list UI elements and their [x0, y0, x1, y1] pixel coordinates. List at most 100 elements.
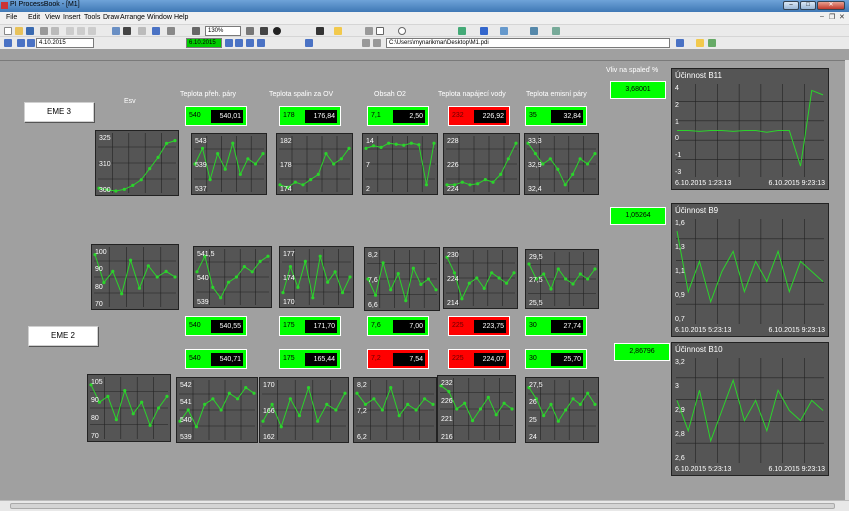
zoom-time-icon[interactable]	[257, 39, 265, 47]
table-tool-icon[interactable]	[530, 27, 538, 35]
add-favorite-icon[interactable]	[708, 39, 716, 47]
refresh-icon[interactable]	[112, 27, 120, 35]
value-box[interactable]: 225 223,75	[448, 316, 510, 336]
record-icon[interactable]	[273, 27, 281, 35]
value-box[interactable]: 540 540,01	[185, 106, 247, 126]
trend-panel[interactable]: 182 178 174	[276, 133, 353, 195]
efficiency-trend-panel[interactable]: Účinnost B9 1,6 1,3 1,1 0,9 0,7 6.10.2015 5:23…	[671, 203, 829, 337]
efficiency-trend-panel[interactable]: Účinnost B11 4 2 1 0 -1 -3 6.10.2015 1:23:13 6.1…	[671, 68, 829, 190]
trend-panel[interactable]: 33,3 32,9 32,4	[524, 133, 599, 195]
trend-panel[interactable]: 542 541 540 539	[176, 377, 258, 443]
step-forward-icon[interactable]	[225, 39, 233, 47]
efficiency-impact-value[interactable]: 3,68001	[610, 81, 666, 99]
trend-panel[interactable]: 541,5 540 539	[193, 246, 272, 308]
close-button[interactable]: ✕	[817, 1, 845, 10]
trend-panel[interactable]: 29,5 27,5 25,5	[525, 249, 599, 309]
value-box[interactable]: 175 171,70	[279, 316, 341, 336]
step-back-icon[interactable]	[27, 39, 35, 47]
undo-icon[interactable]	[138, 27, 146, 35]
ellipse-tool-icon[interactable]	[398, 27, 406, 35]
sync-icon[interactable]	[4, 39, 12, 47]
fit-icon[interactable]	[192, 27, 200, 35]
trend-panel[interactable]: 325 310 300	[95, 130, 179, 196]
play-icon[interactable]	[305, 39, 313, 47]
save-icon[interactable]	[26, 27, 34, 35]
value-box[interactable]: 30 27,74	[525, 316, 587, 336]
menu-tools[interactable]: Tools	[84, 14, 100, 21]
trend-panel[interactable]: 14 7 2	[362, 133, 438, 195]
favorites-icon[interactable]	[696, 39, 704, 47]
window-icon[interactable]	[246, 27, 254, 35]
go-icon[interactable]	[676, 39, 684, 47]
nav-forward-icon[interactable]	[373, 39, 381, 47]
nav-back-icon[interactable]	[362, 39, 370, 47]
menu-help[interactable]: Help	[174, 14, 188, 21]
menu-window[interactable]: Window	[147, 14, 172, 21]
bar-tool-icon[interactable]	[480, 27, 488, 35]
rewind-icon[interactable]	[17, 39, 25, 47]
print-icon[interactable]	[40, 27, 48, 35]
eme-3-button[interactable]: EME 3	[24, 102, 94, 122]
efficiency-trend-panel[interactable]: Účinnost B10 3,2 3 2,9 2,8 2,6 6.10.2015 5:23:…	[671, 342, 829, 476]
trend-panel[interactable]: 105 90 80 70	[87, 374, 171, 442]
efficiency-impact-value[interactable]: 2,86796	[614, 343, 670, 361]
minimize-button[interactable]: –	[783, 1, 799, 10]
child-minimize-button[interactable]: –	[820, 13, 824, 20]
value-box[interactable]: 232 226,92	[448, 106, 510, 126]
chart-tool-icon[interactable]	[552, 27, 560, 35]
end-date-field[interactable]: 6.10.2015	[186, 38, 222, 48]
trend-panel[interactable]: 100 90 80 70	[91, 244, 179, 310]
trend-panel[interactable]: 543 539 537	[191, 133, 267, 195]
menu-draw[interactable]: Draw	[103, 14, 119, 21]
fast-forward-icon[interactable]	[235, 39, 243, 47]
help-icon[interactable]	[260, 27, 268, 35]
trend-panel[interactable]: 228 226 224	[443, 133, 520, 195]
trend-panel[interactable]: 232 226 221 216	[437, 375, 516, 443]
value-box[interactable]: 540 540,71	[185, 349, 247, 369]
trend-panel[interactable]: 27,5 26 25 24	[525, 377, 599, 443]
start-date-field[interactable]: 4.10.2015	[36, 38, 94, 48]
value-box[interactable]: 7,1 2,50	[367, 106, 429, 126]
value-box[interactable]: 178 176,84	[279, 106, 341, 126]
trend-panel[interactable]: 170 166 162	[259, 377, 349, 443]
child-restore-button[interactable]: ❐	[829, 13, 835, 21]
now-icon[interactable]	[246, 39, 254, 47]
menu-file[interactable]: File	[6, 14, 17, 21]
trend-tool-icon[interactable]	[458, 27, 466, 35]
value-box[interactable]: 540 540,55	[185, 316, 247, 336]
preview-icon[interactable]	[51, 27, 59, 35]
value-box[interactable]: 7,6 7,00	[367, 316, 429, 336]
open-icon[interactable]	[15, 27, 23, 35]
horizontal-scrollbar[interactable]	[0, 500, 849, 511]
value-box[interactable]: 30 25,70	[525, 349, 587, 369]
child-close-button[interactable]: ✕	[839, 13, 845, 21]
menu-edit[interactable]: Edit	[28, 14, 40, 21]
new-icon[interactable]	[4, 27, 12, 35]
rectangle-tool-icon[interactable]	[376, 27, 384, 35]
value-box[interactable]: 175 165,44	[279, 349, 341, 369]
menu-arrange[interactable]: Arrange	[120, 14, 145, 21]
value-box[interactable]: 35 32,84	[525, 106, 587, 126]
value-box[interactable]: 7,2 7,54	[367, 349, 429, 369]
symbol-tool-icon[interactable]	[500, 27, 508, 35]
trend-panel[interactable]: 8,2 7,6 6,6	[364, 247, 440, 311]
grid-icon[interactable]	[167, 27, 175, 35]
efficiency-impact-value[interactable]: 1,05264	[610, 207, 666, 225]
cut-icon[interactable]	[66, 27, 74, 35]
eme-2-button[interactable]: EME 2	[28, 326, 98, 346]
zoom-combo[interactable]: 130%	[205, 26, 241, 36]
line-tool-icon[interactable]	[365, 27, 373, 35]
run-icon[interactable]	[123, 27, 131, 35]
select-pointer-icon[interactable]	[334, 27, 342, 35]
maximize-button[interactable]: □	[800, 1, 816, 10]
copy-icon[interactable]	[77, 27, 85, 35]
menu-insert[interactable]: Insert	[63, 14, 81, 21]
trend-panel[interactable]: 8,2 7,2 6,2	[353, 377, 437, 443]
trend-panel[interactable]: 230 224 214	[443, 247, 518, 309]
scrollbar-thumb[interactable]	[10, 503, 835, 509]
menu-view[interactable]: View	[45, 14, 60, 21]
design-mode-icon[interactable]	[316, 27, 324, 35]
trend-panel[interactable]: 177 174 170	[279, 246, 354, 308]
address-field[interactable]: C:\Users\mynarikmar\Desktop\M1.pdi	[386, 38, 670, 48]
value-box[interactable]: 225 224,07	[448, 349, 510, 369]
